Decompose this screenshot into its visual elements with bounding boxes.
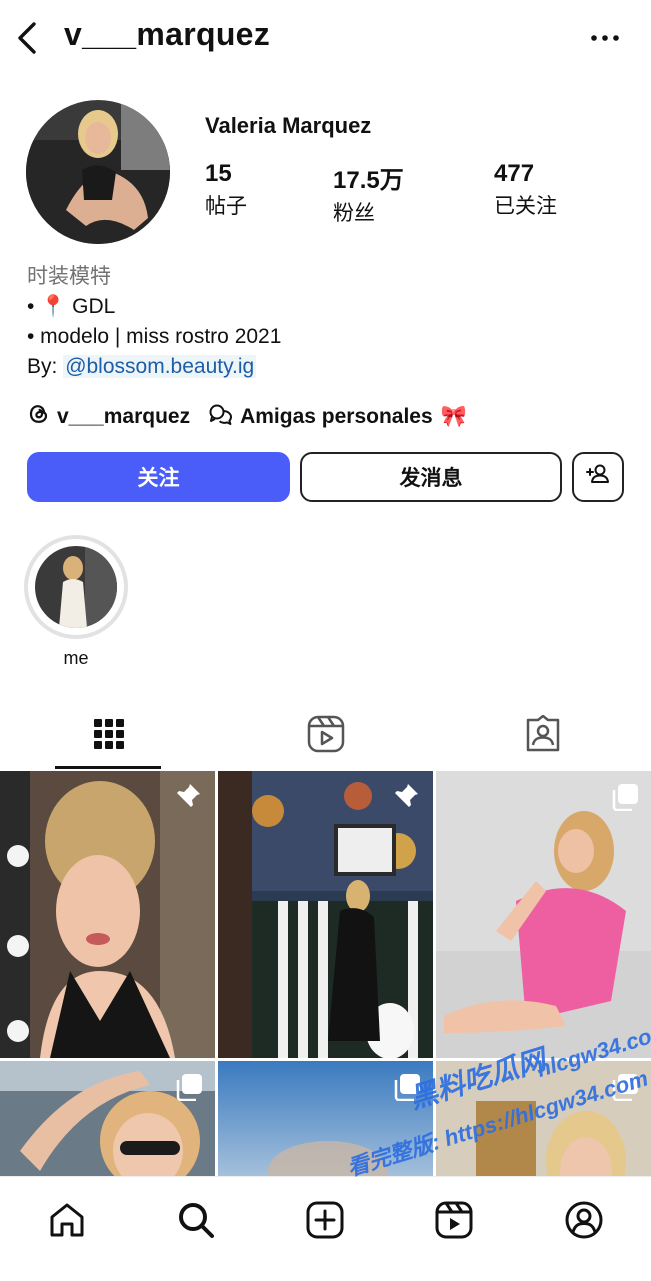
- broadcast-channel-icon[interactable]: [208, 402, 240, 432]
- bio-line-location: • 📍 GDL: [27, 295, 116, 318]
- bow-emoji: 🎀: [440, 405, 467, 428]
- tab-reels[interactable]: [217, 700, 434, 768]
- followers-count[interactable]: 17.5万 粉丝: [333, 160, 404, 227]
- reels-icon: [307, 715, 344, 753]
- profile-username: v___marquez: [64, 16, 271, 52]
- posts-count[interactable]: 15 帖子: [205, 160, 247, 220]
- bio-by-prefix: By:: [27, 355, 64, 378]
- create-post-icon[interactable]: [302, 1197, 348, 1243]
- tab-posts[interactable]: [0, 700, 217, 768]
- grid-post[interactable]: [218, 771, 433, 1058]
- posts-count-value: 15: [205, 160, 232, 187]
- grid-icon: [93, 719, 124, 749]
- grid-post[interactable]: [0, 1061, 215, 1181]
- story-highlight-cover[interactable]: [35, 546, 117, 628]
- following-count[interactable]: 477 已关注: [494, 160, 557, 220]
- threads-handle-link[interactable]: v___marquez: [57, 405, 190, 429]
- story-highlight-label: me: [63, 648, 89, 668]
- profile-tabs: [0, 700, 651, 770]
- active-tab-indicator: [55, 766, 161, 769]
- add-person-icon: [585, 462, 611, 492]
- following-count-value: 477: [494, 160, 535, 187]
- pin-icon: [173, 781, 203, 816]
- threads-icon[interactable]: [27, 402, 57, 432]
- carousel-icon: [175, 1073, 203, 1106]
- search-icon[interactable]: [173, 1197, 219, 1243]
- broadcast-channel-link[interactable]: Amigas personales: [240, 405, 433, 429]
- profile-avatar[interactable]: [26, 100, 170, 244]
- followers-count-label: 粉丝: [333, 202, 375, 225]
- bio-line-title: • modelo | miss rostro 2021: [27, 325, 282, 348]
- profile-category: 时装模特: [27, 265, 111, 288]
- following-count-label: 已关注: [494, 195, 557, 218]
- carousel-icon: [611, 783, 639, 816]
- more-options-icon[interactable]: [588, 22, 622, 52]
- pin-icon: [391, 781, 421, 816]
- back-arrow-icon[interactable]: [12, 18, 42, 58]
- message-button[interactable]: 发消息: [300, 452, 562, 502]
- bio-line-by: By: @blossom.beauty.ig: [27, 352, 281, 382]
- tab-tagged[interactable]: [434, 700, 651, 768]
- follow-button[interactable]: 关注: [27, 452, 290, 502]
- bio-mention-link[interactable]: @blossom.beauty.ig: [63, 355, 257, 378]
- profile-icon[interactable]: [561, 1197, 607, 1243]
- profile-links-row: v___marquez Amigas personales 🎀: [27, 400, 467, 434]
- profile-full-name: Valeria Marquez: [205, 113, 372, 138]
- bottom-navigation-bar: [0, 1176, 651, 1281]
- followers-count-value: 17.5万: [333, 167, 404, 194]
- top-bar: v___marquez: [0, 0, 651, 80]
- suggested-users-button[interactable]: [572, 452, 624, 502]
- grid-post[interactable]: [0, 771, 215, 1058]
- posts-count-label: 帖子: [205, 195, 247, 218]
- grid-post[interactable]: [436, 771, 651, 1058]
- home-icon[interactable]: [44, 1197, 90, 1243]
- profile-bio: 时装模特 • 📍 GDL • modelo | miss rostro 2021…: [27, 262, 281, 382]
- tagged-user-icon: [526, 715, 559, 752]
